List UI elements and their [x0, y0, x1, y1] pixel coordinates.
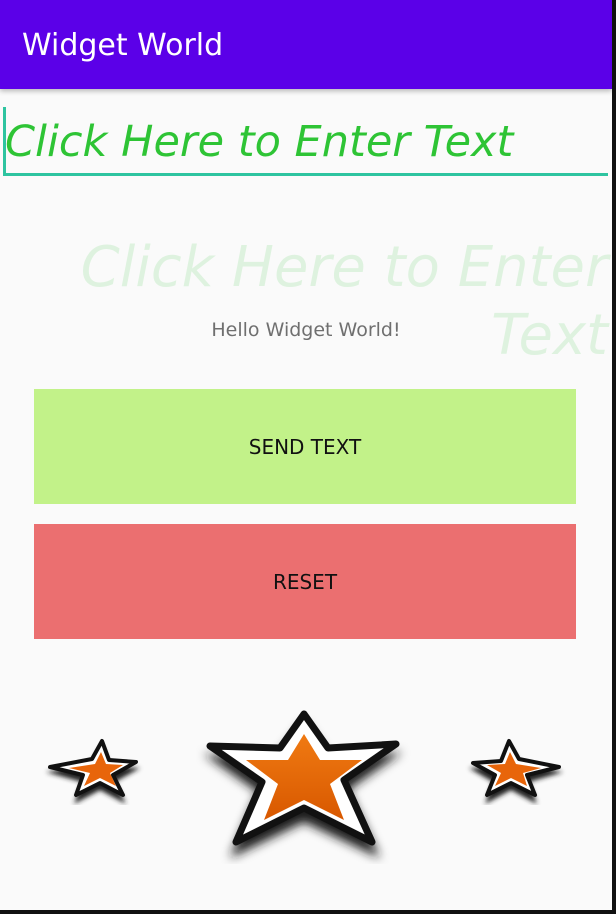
app-screen: Widget World Click Here to Enter Text He…: [0, 0, 616, 914]
star-icon[interactable]: [40, 735, 144, 805]
star-icon[interactable]: [196, 706, 414, 864]
text-input-container[interactable]: [3, 105, 608, 177]
greeting-text: Hello Widget World!: [211, 319, 401, 341]
app-bar: Widget World: [0, 0, 612, 89]
ghost-echo-text: Click Here to Enter Text: [80, 235, 608, 368]
reset-button[interactable]: RESET: [34, 524, 576, 639]
input-underline: [3, 173, 608, 176]
send-text-button[interactable]: SEND TEXT: [34, 389, 576, 504]
text-input[interactable]: [5, 109, 605, 175]
star-icon[interactable]: [465, 735, 569, 805]
app-title: Widget World: [22, 28, 224, 63]
